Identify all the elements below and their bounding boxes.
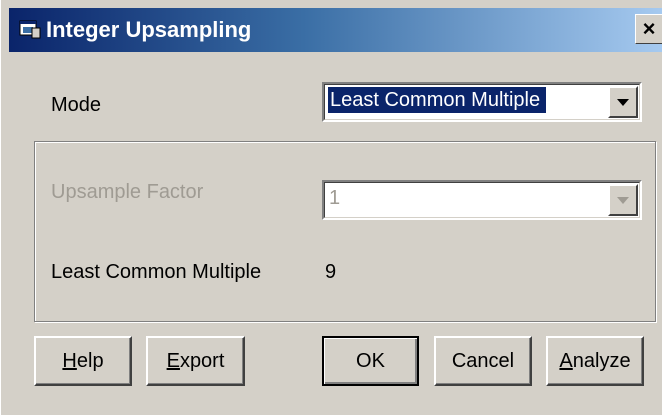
upsample-factor-dropdown-button[interactable] bbox=[608, 184, 638, 216]
integer-upsampling-dialog: Integer Upsampling × Mode Least Common M… bbox=[0, 0, 662, 415]
mode-dropdown[interactable]: Least Common Multiple bbox=[322, 82, 642, 122]
close-button[interactable]: × bbox=[635, 14, 662, 44]
ok-button[interactable]: OK bbox=[322, 336, 419, 386]
dialog-app-icon bbox=[19, 20, 41, 39]
help-mnemonic: H bbox=[62, 350, 77, 372]
settings-group bbox=[34, 141, 656, 322]
export-mnemonic: E bbox=[166, 350, 180, 372]
upsample-factor-label: Upsample Factor bbox=[51, 181, 204, 203]
ok-label: OK bbox=[356, 350, 385, 372]
chevron-down-icon bbox=[617, 99, 629, 106]
analyze-label-rest: nalyze bbox=[572, 350, 631, 372]
least-common-multiple-value: 9 bbox=[325, 261, 337, 283]
title-bar[interactable]: Integer Upsampling × bbox=[9, 8, 662, 52]
upsample-factor-dropdown[interactable]: 1 bbox=[322, 180, 642, 220]
help-button[interactable]: Help bbox=[34, 336, 132, 386]
window-title: Integer Upsampling bbox=[46, 17, 252, 42]
cancel-button[interactable]: Cancel bbox=[434, 336, 532, 386]
mode-selected-value: Least Common Multiple bbox=[328, 87, 547, 113]
export-label-rest: xport bbox=[179, 350, 225, 372]
analyze-button[interactable]: Analyze bbox=[546, 336, 644, 386]
analyze-mnemonic: A bbox=[559, 350, 573, 372]
least-common-multiple-label: Least Common Multiple bbox=[51, 261, 262, 283]
upsample-factor-value: 1 bbox=[329, 187, 341, 209]
export-button[interactable]: Export bbox=[146, 336, 245, 386]
mode-label: Mode bbox=[51, 94, 102, 116]
mode-dropdown-button[interactable] bbox=[608, 86, 638, 118]
close-icon: × bbox=[642, 16, 656, 41]
help-label-rest: elp bbox=[76, 350, 104, 372]
chevron-down-icon bbox=[617, 197, 629, 204]
cancel-label: Cancel bbox=[451, 350, 515, 372]
